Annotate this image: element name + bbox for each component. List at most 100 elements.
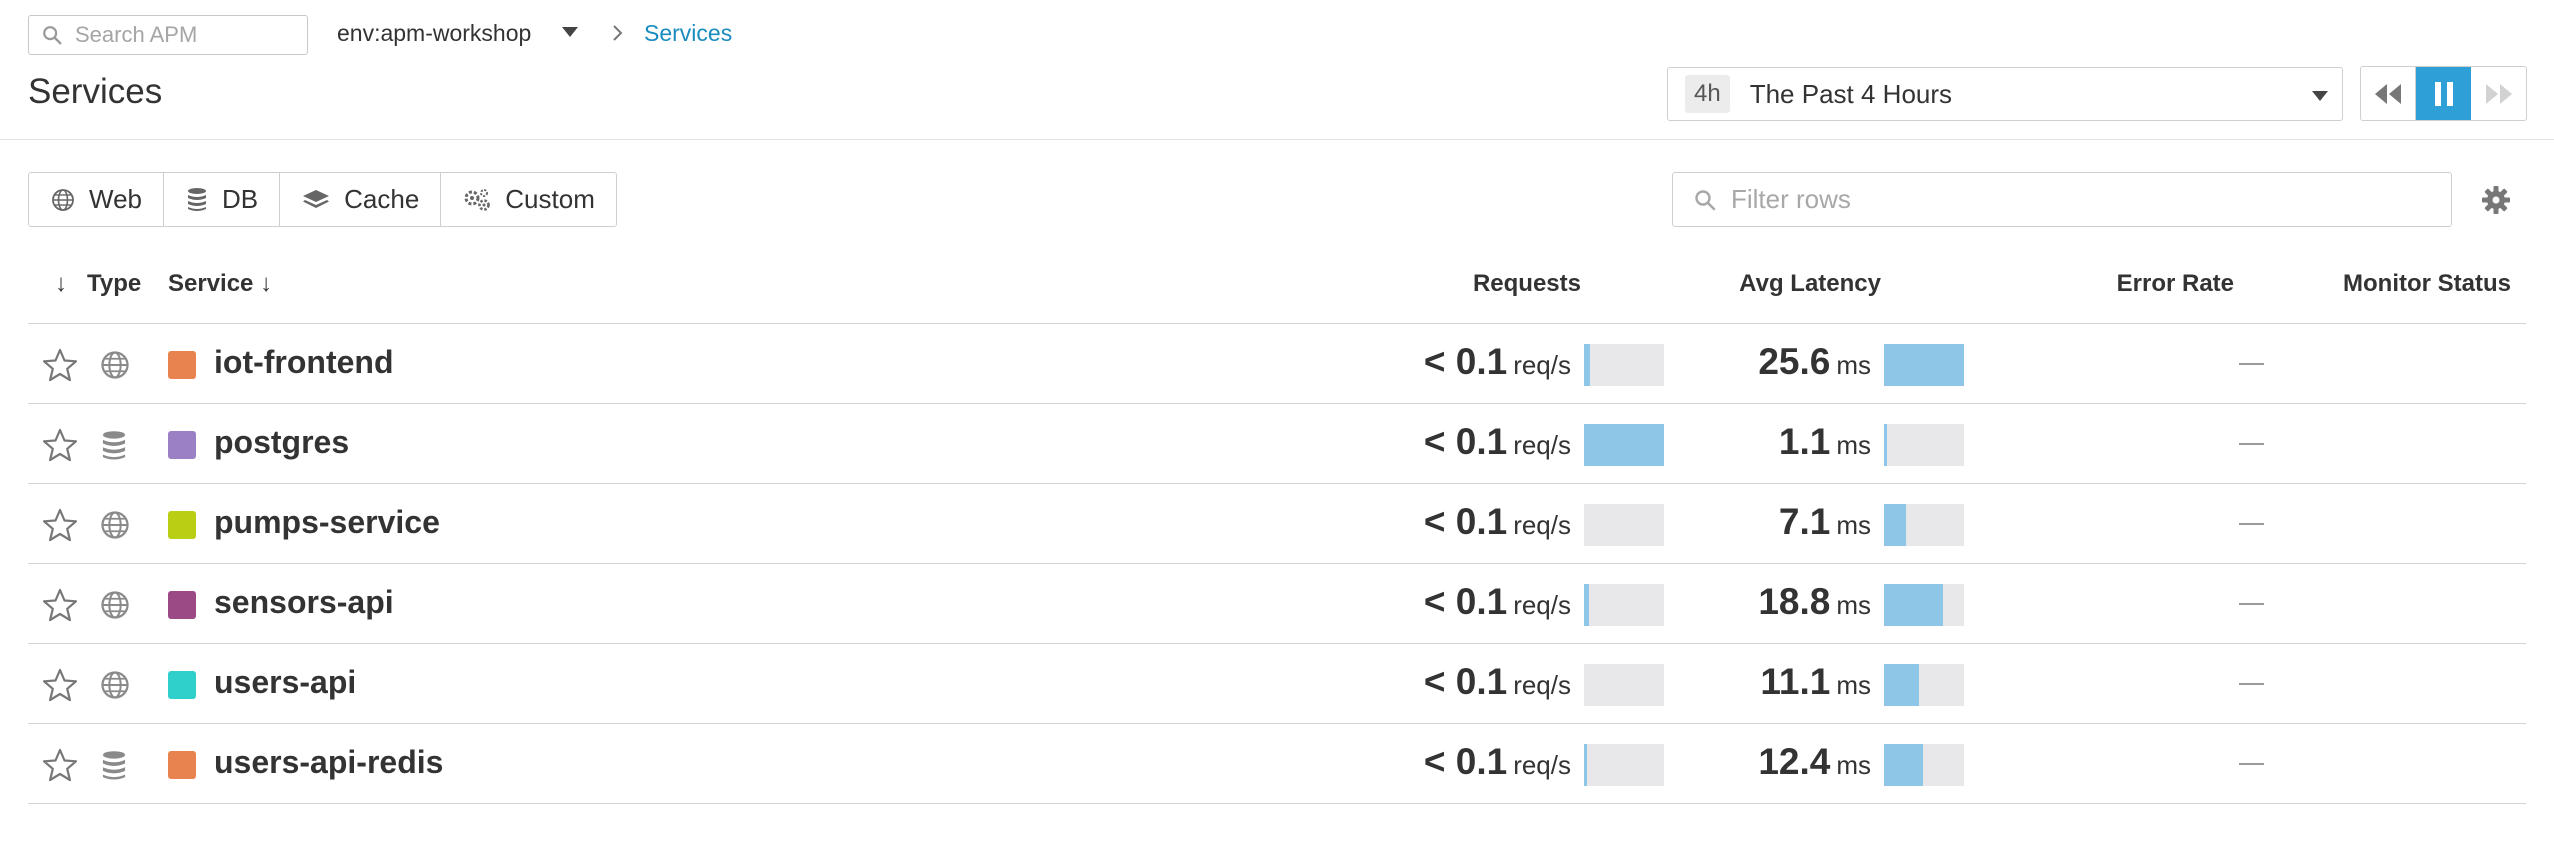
requests-value: < 0.1 req/s <box>1424 501 1571 543</box>
filter-db-button[interactable]: DB <box>164 173 281 226</box>
search-icon <box>1695 189 1716 210</box>
column-monitor-status[interactable]: Monitor Status <box>2343 270 2511 298</box>
rewind-button[interactable] <box>2361 67 2416 120</box>
latency-bar <box>1884 424 1964 466</box>
requests-bar <box>1584 344 1664 386</box>
search-apm-placeholder: Search APM <box>75 22 198 47</box>
latency-number: 11.1 <box>1760 661 1831 702</box>
globe-icon <box>100 670 130 705</box>
requests-number: < 0.1 <box>1423 661 1508 702</box>
globe-icon <box>100 590 130 625</box>
latency-bar <box>1884 504 1964 546</box>
latency-number: 1.1 <box>1778 421 1831 462</box>
error-rate-dash <box>2239 763 2264 765</box>
search-apm-input[interactable]: Search APM <box>28 15 308 55</box>
requests-bar <box>1584 424 1664 466</box>
latency-bar-fill <box>1884 664 1919 706</box>
star-icon[interactable] <box>42 748 78 787</box>
latency-unit: ms <box>1836 590 1871 620</box>
page-title: Services <box>28 72 163 111</box>
layers-icon <box>303 189 330 208</box>
requests-number: < 0.1 <box>1423 341 1508 382</box>
service-color-swatch <box>168 511 196 539</box>
latency-unit: ms <box>1836 670 1871 700</box>
column-error-rate[interactable]: Error Rate <box>2117 270 2234 298</box>
latency-number: 18.8 <box>1758 581 1831 622</box>
globe-icon <box>52 188 74 211</box>
column-type[interactable]: Type <box>87 270 141 298</box>
filter-custom-button[interactable]: Custom <box>441 173 616 226</box>
requests-unit: req/s <box>1513 750 1571 780</box>
latency-unit: ms <box>1836 350 1871 380</box>
requests-bar <box>1584 744 1664 786</box>
service-name-link[interactable]: iot-frontend <box>214 344 394 381</box>
column-requests[interactable]: Requests <box>1473 270 1581 298</box>
error-rate-dash <box>2239 363 2264 365</box>
error-rate-dash <box>2239 683 2264 685</box>
env-selector[interactable]: env:apm-workshop <box>337 20 531 47</box>
table-row[interactable]: users-api < 0.1 req/s 11.1 ms <box>28 644 2526 724</box>
filter-rows-placeholder: Filter rows <box>1731 184 1851 214</box>
latency-bar <box>1884 664 1964 706</box>
service-color-swatch <box>168 431 196 459</box>
filter-cache-button[interactable]: Cache <box>280 173 442 226</box>
table-row[interactable]: sensors-api < 0.1 req/s 18.8 ms <box>28 564 2526 644</box>
star-icon[interactable] <box>42 508 78 547</box>
star-icon[interactable] <box>42 668 78 707</box>
fast-forward-button[interactable] <box>2471 67 2526 120</box>
latency-value: 11.1 ms <box>1760 661 1871 703</box>
search-icon <box>43 26 62 45</box>
globe-icon <box>100 510 130 545</box>
star-icon[interactable] <box>42 348 78 387</box>
pause-icon <box>2434 81 2453 106</box>
service-name-link[interactable]: pumps-service <box>214 504 440 541</box>
requests-value: < 0.1 req/s <box>1424 581 1571 623</box>
pause-button[interactable] <box>2416 67 2471 120</box>
time-range-picker[interactable]: 4h The Past 4 Hours <box>1667 67 2343 121</box>
latency-bar-fill <box>1884 584 1943 626</box>
fast-forward-icon <box>2485 83 2512 104</box>
gear-icon[interactable] <box>2480 184 2512 216</box>
chevron-down-icon[interactable] <box>562 27 578 37</box>
latency-number: 25.6 <box>1758 341 1831 382</box>
latency-value: 25.6 ms <box>1758 341 1871 383</box>
filter-web-button[interactable]: Web <box>29 173 164 226</box>
latency-value: 18.8 ms <box>1758 581 1871 623</box>
latency-bar-fill <box>1884 744 1923 786</box>
column-service[interactable]: Service ↓ <box>168 270 272 298</box>
filter-rows-input[interactable]: Filter rows <box>1672 172 2452 227</box>
latency-bar-fill <box>1884 504 1906 546</box>
chevron-right-icon <box>613 25 623 41</box>
requests-unit: req/s <box>1513 590 1571 620</box>
database-icon <box>188 187 206 211</box>
table-header: ↓ Type Service ↓ Requests Avg Latency Er… <box>28 262 2526 324</box>
requests-unit: req/s <box>1513 430 1571 460</box>
requests-unit: req/s <box>1513 350 1571 380</box>
latency-value: 1.1 ms <box>1779 421 1871 463</box>
table-row[interactable]: iot-frontend < 0.1 req/s 25.6 ms <box>28 324 2526 404</box>
service-name-link[interactable]: sensors-api <box>214 584 394 621</box>
table-row[interactable]: pumps-service < 0.1 req/s 7.1 ms <box>28 484 2526 564</box>
gears-icon <box>464 188 491 211</box>
requests-bar <box>1584 504 1664 546</box>
requests-bar <box>1584 664 1664 706</box>
service-name-link[interactable]: postgres <box>214 424 349 461</box>
latency-bar <box>1884 344 1964 386</box>
table-row[interactable]: postgres < 0.1 req/s 1.1 ms <box>28 404 2526 484</box>
sort-arrow[interactable]: ↓ <box>55 270 67 298</box>
rewind-icon <box>2375 83 2401 104</box>
service-name-link[interactable]: users-api <box>214 664 356 701</box>
star-icon[interactable] <box>42 588 78 627</box>
filter-cache-label: Cache <box>344 184 420 214</box>
service-name-link[interactable]: users-api-redis <box>214 744 443 781</box>
latency-bar-fill <box>1884 424 1887 466</box>
time-range-label: The Past 4 Hours <box>1749 78 1953 109</box>
type-filter-group: Web DB Cache Custom <box>28 172 617 227</box>
breadcrumb-services[interactable]: Services <box>644 20 732 47</box>
latency-bar <box>1884 584 1964 626</box>
column-avg-latency[interactable]: Avg Latency <box>1739 270 1881 298</box>
table-row[interactable]: users-api-redis < 0.1 req/s 12.4 ms <box>28 724 2526 804</box>
service-color-swatch <box>168 591 196 619</box>
latency-unit: ms <box>1836 510 1871 540</box>
star-icon[interactable] <box>42 428 78 467</box>
